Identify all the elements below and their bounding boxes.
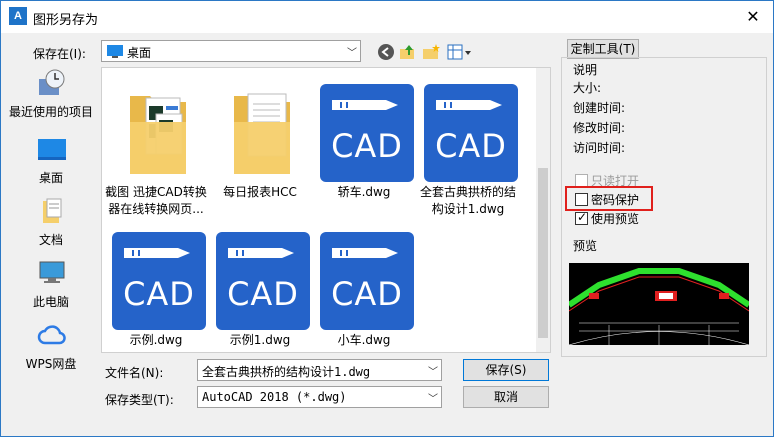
preview-checkbox[interactable] xyxy=(575,210,588,225)
file-name: 每日报表HCC xyxy=(223,185,297,199)
file-item[interactable]: CAD 小车.dwg xyxy=(312,216,416,352)
file-item[interactable]: CAD 轿车.dwg xyxy=(312,68,416,210)
desktop-icon xyxy=(38,139,66,160)
cad-file-icon: CAD xyxy=(320,84,414,182)
scrollbar-thumb[interactable] xyxy=(538,168,548,338)
file-list[interactable]: 截图 迅捷CAD转换器在线转换网页... 每日报表HCC CAD 轿车.dwg xyxy=(101,67,551,353)
preview-option-label: 使用预览 xyxy=(591,212,640,226)
save-as-dialog: A 图形另存为 ✕ 保存在(I): 桌面 ﹀ 最近使用的项目 桌面 文档 此电脑 xyxy=(0,0,774,437)
place-label: 桌面 xyxy=(38,171,63,185)
highlight-box xyxy=(565,186,653,211)
view-menu-icon[interactable] xyxy=(447,43,473,61)
filename-value: 全套古典拱桥的结构设计1.dwg xyxy=(202,365,371,379)
folder-icon xyxy=(234,93,290,174)
recent-icon xyxy=(39,69,65,95)
filename-label: 文件名(N): xyxy=(105,366,164,380)
title-bar: A 图形另存为 ✕ xyxy=(1,1,773,33)
cad-label: CAD xyxy=(123,275,195,313)
save-in-label: 保存在(I): xyxy=(33,47,86,61)
window-title: 图形另存为 xyxy=(33,13,99,28)
documents-icon xyxy=(43,198,62,223)
place-label: 文档 xyxy=(38,233,63,247)
custom-tools-button[interactable]: 定制工具(T) xyxy=(567,39,639,59)
file-item[interactable]: CAD 全套古典拱桥的结构设计1.dwg xyxy=(416,68,520,216)
desktop-small-icon xyxy=(107,45,123,58)
filetype-value: AutoCAD 2018 (*.dwg) xyxy=(202,390,347,404)
pencil-icon xyxy=(124,248,190,258)
place-computer[interactable]: 此电脑 xyxy=(5,255,97,315)
cad-label: CAD xyxy=(227,275,299,313)
chevron-down-icon: ﹀ xyxy=(428,394,438,405)
file-name: 小车.dwg xyxy=(337,333,391,347)
place-label: 此电脑 xyxy=(32,295,69,309)
file-item[interactable]: 每日报表HCC xyxy=(208,68,312,210)
pencil-icon xyxy=(228,248,294,258)
file-item[interactable]: CAD 示例1.dwg xyxy=(208,216,312,352)
cloud-icon xyxy=(37,325,66,345)
file-name: 轿车.dwg xyxy=(337,185,391,199)
info-modified: 修改时间: xyxy=(573,121,626,135)
back-icon[interactable] xyxy=(377,43,395,61)
chevron-down-icon: ﹀ xyxy=(428,367,438,378)
preview-label: 预览 xyxy=(573,239,598,253)
cad-file-icon: CAD xyxy=(216,232,310,330)
place-desktop[interactable]: 桌面 xyxy=(5,131,97,191)
save-button[interactable]: 保存(S) xyxy=(463,359,549,381)
place-label: 最近使用的项目 xyxy=(8,105,93,119)
info-size: 大小: xyxy=(573,81,602,95)
filename-input[interactable]: 全套古典拱桥的结构设计1.dwg ﹀ xyxy=(197,359,442,381)
chevron-down-icon: ﹀ xyxy=(347,48,357,59)
place-label: WPS网盘 xyxy=(25,357,77,371)
cad-label: CAD xyxy=(331,127,403,165)
close-button[interactable]: ✕ xyxy=(743,7,763,27)
save-in-dropdown[interactable]: 桌面 ﹀ xyxy=(101,40,361,62)
cad-file-icon: CAD xyxy=(320,232,414,330)
file-name: 示例.dwg xyxy=(129,333,183,347)
computer-icon xyxy=(39,261,65,283)
info-created: 创建时间: xyxy=(573,101,626,115)
preview-image xyxy=(569,263,749,345)
cad-file-icon: CAD xyxy=(112,232,206,330)
cad-label: CAD xyxy=(331,275,403,313)
info-accessed: 访问时间: xyxy=(573,141,626,155)
place-recent[interactable]: 最近使用的项目 xyxy=(5,65,97,125)
pencil-icon xyxy=(332,100,398,110)
vertical-scrollbar[interactable] xyxy=(536,68,550,352)
place-documents[interactable]: 文档 xyxy=(5,193,97,253)
places-sidebar: 最近使用的项目 桌面 文档 此电脑 WPS网盘 xyxy=(5,65,97,375)
pencil-icon xyxy=(332,248,398,258)
cancel-button[interactable]: 取消 xyxy=(463,386,549,408)
place-wps-cloud[interactable]: WPS网盘 xyxy=(5,317,97,377)
cad-label: CAD xyxy=(435,127,507,165)
app-logo-icon: A xyxy=(9,7,27,25)
new-folder-icon[interactable] xyxy=(422,43,440,61)
file-name: 全套古典拱桥的结构设计1.dwg xyxy=(419,185,516,216)
pencil-icon xyxy=(436,100,502,110)
save-in-value: 桌面 xyxy=(127,46,152,60)
file-name: 示例1.dwg xyxy=(229,333,291,347)
file-item[interactable]: CAD 示例.dwg xyxy=(104,216,208,352)
folder-icon xyxy=(130,96,186,174)
info-heading: 说明 xyxy=(573,63,598,77)
file-name: 截图 迅捷CAD转换器在线转换网页... xyxy=(105,185,207,216)
file-item[interactable]: 截图 迅捷CAD转换器在线转换网页... xyxy=(104,68,208,216)
up-folder-icon[interactable] xyxy=(399,43,417,61)
filetype-dropdown[interactable]: AutoCAD 2018 (*.dwg) ﹀ xyxy=(197,386,442,408)
cad-file-icon: CAD xyxy=(424,84,518,182)
filetype-label: 保存类型(T): xyxy=(105,393,174,407)
